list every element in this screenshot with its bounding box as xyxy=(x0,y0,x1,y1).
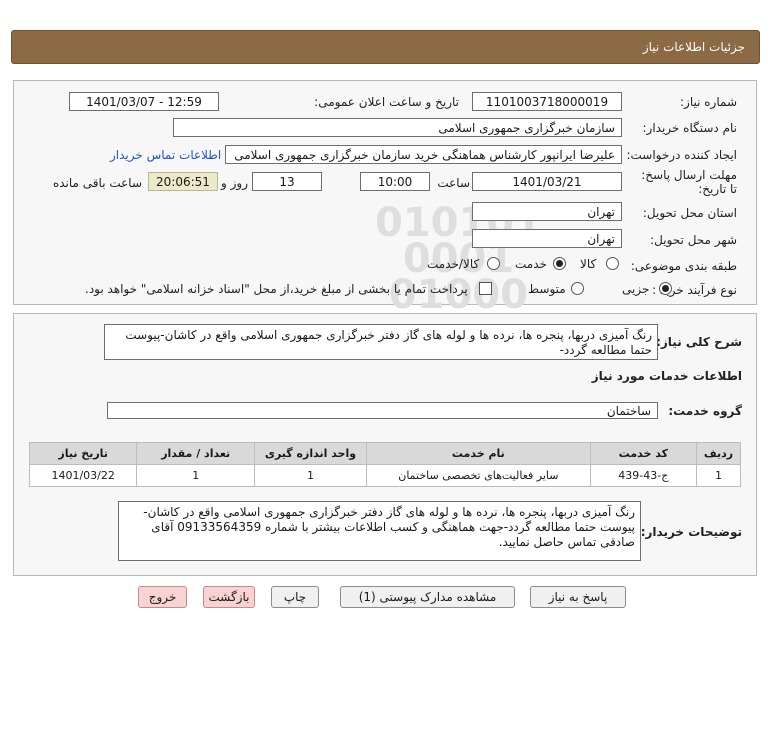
process-minor-label: جزیی xyxy=(622,282,650,296)
deadline-time-label: ساعت xyxy=(437,176,470,190)
cell-unit: 1 xyxy=(254,464,367,487)
category-service-label: خدمت xyxy=(515,257,547,271)
remaining-label: ساعت باقی مانده xyxy=(52,176,142,190)
remaining-time-counter: 20:06:51 xyxy=(148,172,218,191)
cell-date: 1401/03/22 xyxy=(28,464,138,487)
col-qty-header: تعداد / مقدار xyxy=(136,442,256,465)
process-radio-minor[interactable] xyxy=(659,282,672,295)
services-info-heading: اطلاعات خدمات مورد نیاز xyxy=(591,369,742,383)
announce-datetime-label: تاریخ و ساعت اعلان عمومی: xyxy=(314,95,459,109)
province-field: تهران xyxy=(472,202,622,221)
category-radio-goods[interactable] xyxy=(606,257,619,270)
city-field: تهران xyxy=(472,229,622,248)
service-group-field: ساختمان xyxy=(107,402,658,419)
print-button[interactable]: چاپ xyxy=(271,586,319,608)
buyer-org-field: سازمان خبرگزاری جمهوری اسلامی xyxy=(173,118,622,137)
days-and-label: روز و xyxy=(221,176,248,190)
province-label: استان محل تحویل: xyxy=(642,206,737,220)
category-goods-label: کالا xyxy=(580,257,597,271)
buyer-notes-label: توضیحات خریدار: xyxy=(640,525,742,539)
days-remaining-field: 13 xyxy=(252,172,322,191)
col-name-header: نام خدمت xyxy=(365,442,591,465)
process-medium-label: متوسط xyxy=(528,282,566,296)
page-title: جزئیات اطلاعات نیاز xyxy=(642,40,745,54)
general-desc-label: شرح کلی نیاز: xyxy=(656,335,742,349)
page-header: جزئیات اطلاعات نیاز xyxy=(11,30,760,64)
back-button[interactable]: بازگشت xyxy=(203,586,255,608)
need-number-field: 1101003718000019 xyxy=(472,92,622,111)
col-date-header: تاریخ نیاز xyxy=(28,442,138,465)
col-row-header: ردیف xyxy=(695,442,742,465)
exit-button[interactable]: خروج xyxy=(138,586,187,608)
deadline-date-field: 1401/03/21 xyxy=(472,172,622,191)
process-radio-medium[interactable] xyxy=(571,282,584,295)
cell-row: 1 xyxy=(695,464,742,487)
announce-datetime-field: 1401/03/07 - 12:59 xyxy=(69,92,219,111)
buyer-notes-field: رنگ آمیزی دربها، پنجره ها، نرده ها و لول… xyxy=(118,501,641,561)
col-unit-header: واحد اندازه گیری xyxy=(254,442,367,465)
buyer-org-label: نام دستگاه خریدار: xyxy=(642,121,738,135)
cell-name: سایر فعالیت‌های تخصصی ساختمان xyxy=(365,464,591,487)
category-radio-goods-service[interactable] xyxy=(487,257,500,270)
requester-field: علیرضا ایرانپور کارشناس هماهنگی خرید ساز… xyxy=(225,145,622,164)
service-group-label: گروه خدمت: xyxy=(668,404,742,418)
col-code-header: کد خدمت xyxy=(589,442,697,465)
reply-button[interactable]: پاسخ به نیاز xyxy=(530,586,626,608)
reply-deadline-label: مهلت ارسال پاسخ: تا تاریخ: xyxy=(641,168,737,196)
need-number-label: شماره نیاز: xyxy=(680,95,737,109)
category-goods-service-label: کالا/خدمت xyxy=(427,257,480,271)
table-header-row: ردیف کد خدمت نام خدمت واحد اندازه گیری ت… xyxy=(28,442,742,465)
treasury-payment-checkbox[interactable] xyxy=(479,282,492,295)
treasury-payment-note: پرداخت تمام یا بخشی از مبلغ خرید،از محل … xyxy=(85,282,468,296)
requester-label: ایجاد کننده درخواست: xyxy=(626,148,737,162)
deadline-time-field: 10:00 xyxy=(360,172,430,191)
category-radio-service[interactable] xyxy=(553,257,566,270)
cell-qty: 1 xyxy=(136,464,256,487)
buyer-contact-link[interactable]: اطلاعات تماس خریدار xyxy=(110,148,221,162)
cell-code: ج-43-439 xyxy=(589,464,697,487)
category-label: طبقه بندی موضوعی: xyxy=(630,259,737,273)
services-table: ردیف کد خدمت نام خدمت واحد اندازه گیری ت… xyxy=(28,442,742,487)
table-row: 1 ج-43-439 سایر فعالیت‌های تخصصی ساختمان… xyxy=(28,464,742,487)
general-desc-field: رنگ آمیزی دربها، پنجره ها، نرده ها و لول… xyxy=(104,324,658,360)
city-label: شهر محل تحویل: xyxy=(650,233,737,247)
view-attachments-button[interactable]: مشاهده مدارک پیوستی (1) xyxy=(340,586,515,608)
